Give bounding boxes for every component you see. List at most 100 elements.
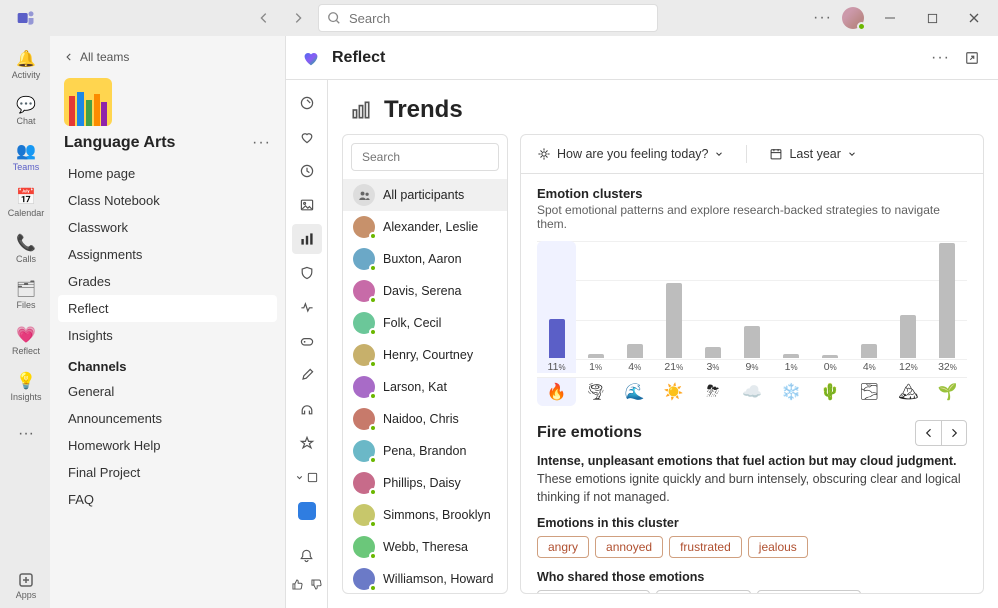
cluster-icon[interactable]: 🌱 xyxy=(928,377,967,406)
subrail-headphones-icon[interactable] xyxy=(292,394,322,424)
participant-item[interactable]: Phillips, Daisy xyxy=(343,467,507,499)
cluster-icon[interactable]: 🌵 xyxy=(811,377,850,406)
rail-more-button[interactable]: ··· xyxy=(0,412,50,456)
forward-button[interactable] xyxy=(284,4,312,32)
emotion-chip[interactable]: frustrated xyxy=(669,536,742,558)
team-nav-item[interactable]: Class Notebook xyxy=(58,187,277,214)
rail-item-chat[interactable]: 💬Chat xyxy=(0,90,50,134)
subrail-wellbeing-icon[interactable] xyxy=(292,292,322,322)
window-close-button[interactable] xyxy=(958,4,990,32)
person-chip[interactable]: Webb, Theresa xyxy=(757,590,861,593)
cluster-icon[interactable]: 🌪 xyxy=(576,377,615,406)
participant-item[interactable]: Larson, Kat xyxy=(343,371,507,403)
global-search-input[interactable] xyxy=(347,10,649,27)
chart-bar[interactable]: 4% xyxy=(850,241,889,373)
team-nav-item[interactable]: Home page xyxy=(58,160,277,187)
back-to-teams-button[interactable]: All teams xyxy=(58,46,277,68)
chart-bar[interactable]: 21% xyxy=(654,241,693,373)
team-nav-item[interactable]: Assignments xyxy=(58,241,277,268)
emotion-chip[interactable]: annoyed xyxy=(595,536,663,558)
rail-item-reflect[interactable]: 💗Reflect xyxy=(0,320,50,364)
team-nav-item[interactable]: Insights xyxy=(58,322,277,349)
team-nav-item[interactable]: Classwork xyxy=(58,214,277,241)
team-nav-item[interactable]: Grades xyxy=(58,268,277,295)
question-filter[interactable]: How are you feeling today? xyxy=(537,147,724,161)
rail-item-insights[interactable]: 💡Insights xyxy=(0,366,50,410)
chart-bar[interactable]: 1% xyxy=(576,241,615,373)
channel-item[interactable]: General xyxy=(58,378,277,405)
subrail-history-icon[interactable] xyxy=(292,156,322,186)
cluster-icon[interactable]: 🌫 xyxy=(850,377,889,406)
avatar xyxy=(353,408,375,430)
participant-search-input[interactable] xyxy=(360,149,508,165)
participant-item[interactable]: Williamson, Howard xyxy=(343,563,507,593)
channel-item[interactable]: FAQ xyxy=(58,486,277,513)
participant-search[interactable] xyxy=(351,143,499,171)
participant-item[interactable]: Davis, Serena xyxy=(343,275,507,307)
titlebar-more-button[interactable]: ··· xyxy=(813,9,832,27)
subrail-shield-icon[interactable] xyxy=(292,258,322,288)
cluster-icon[interactable]: 🏔 xyxy=(889,377,928,406)
cluster-icon[interactable]: ❄️ xyxy=(772,377,811,406)
cluster-icon[interactable]: 🔥 xyxy=(537,377,576,406)
date-range-filter[interactable]: Last year xyxy=(769,147,856,161)
person-chip[interactable]: Naidoo, Chris xyxy=(656,590,751,593)
thumbs-down-icon[interactable] xyxy=(308,574,324,594)
subrail-image-icon[interactable] xyxy=(292,190,322,220)
next-cluster-button[interactable] xyxy=(941,420,967,446)
subrail-app-icon[interactable] xyxy=(292,496,322,526)
cluster-icon[interactable]: 🌊 xyxy=(615,377,654,406)
subrail-trends-icon[interactable] xyxy=(292,224,322,254)
rail-item-teams[interactable]: 👥Teams xyxy=(0,136,50,180)
participant-all[interactable]: All participants xyxy=(343,179,507,211)
participant-item[interactable]: Folk, Cecil xyxy=(343,307,507,339)
chart-bar[interactable]: 12% xyxy=(889,241,928,373)
pop-out-button[interactable] xyxy=(960,44,984,72)
subrail-notify-icon[interactable] xyxy=(292,540,322,570)
chart-bar[interactable]: 4% xyxy=(615,241,654,373)
window-minimize-button[interactable] xyxy=(874,4,906,32)
subrail-heart-icon[interactable] xyxy=(292,122,322,152)
team-more-button[interactable]: ··· xyxy=(252,134,271,152)
chart-bar[interactable]: 1% xyxy=(772,241,811,373)
emotion-chip[interactable]: angry xyxy=(537,536,589,558)
rail-item-files[interactable]: 🗂Files xyxy=(0,274,50,318)
rail-item-calendar[interactable]: 📅Calendar xyxy=(0,182,50,226)
rail-item-activity[interactable]: 🔔Activity xyxy=(0,44,50,88)
channel-item[interactable]: Final Project xyxy=(58,459,277,486)
participant-item[interactable]: Alexander, Leslie xyxy=(343,211,507,243)
current-user-avatar[interactable] xyxy=(842,7,864,29)
thumbs-up-icon[interactable] xyxy=(289,574,305,594)
chart-bar[interactable]: 9% xyxy=(732,241,771,373)
subrail-collapse-icon[interactable] xyxy=(292,462,322,492)
team-nav-item[interactable]: Reflect xyxy=(58,295,277,322)
participant-item[interactable]: Webb, Theresa xyxy=(343,531,507,563)
participant-item[interactable]: Henry, Courtney xyxy=(343,339,507,371)
participant-item[interactable]: Naidoo, Chris xyxy=(343,403,507,435)
cluster-icon[interactable]: ☀️ xyxy=(654,377,693,406)
back-button[interactable] xyxy=(250,4,278,32)
subrail-checkin-icon[interactable] xyxy=(292,88,322,118)
channel-item[interactable]: Announcements xyxy=(58,405,277,432)
global-search[interactable] xyxy=(318,4,658,32)
person-chip[interactable]: Alexander, Leslie xyxy=(537,590,650,593)
window-maximize-button[interactable] xyxy=(916,4,948,32)
participant-item[interactable]: Pena, Brandon xyxy=(343,435,507,467)
emotion-chip[interactable]: jealous xyxy=(748,536,808,558)
rail-apps-button[interactable]: Apps xyxy=(0,564,50,608)
participant-item[interactable]: Buxton, Aaron xyxy=(343,243,507,275)
reflect-more-button[interactable]: ··· xyxy=(931,49,950,67)
chart-bar[interactable]: 3% xyxy=(693,241,732,373)
chart-bar[interactable]: 32% xyxy=(928,241,967,373)
subrail-brush-icon[interactable] xyxy=(292,360,322,390)
channel-item[interactable]: Homework Help xyxy=(58,432,277,459)
subrail-game-icon[interactable] xyxy=(292,326,322,356)
chart-bar[interactable]: 0% xyxy=(811,241,850,373)
subrail-star-icon[interactable] xyxy=(292,428,322,458)
cluster-icon[interactable]: ⛈ xyxy=(693,377,732,406)
rail-item-calls[interactable]: 📞Calls xyxy=(0,228,50,272)
prev-cluster-button[interactable] xyxy=(915,420,941,446)
participant-item[interactable]: Simmons, Brooklyn xyxy=(343,499,507,531)
chart-bar[interactable]: 11% xyxy=(537,241,576,373)
cluster-icon[interactable]: ☁️ xyxy=(732,377,771,406)
